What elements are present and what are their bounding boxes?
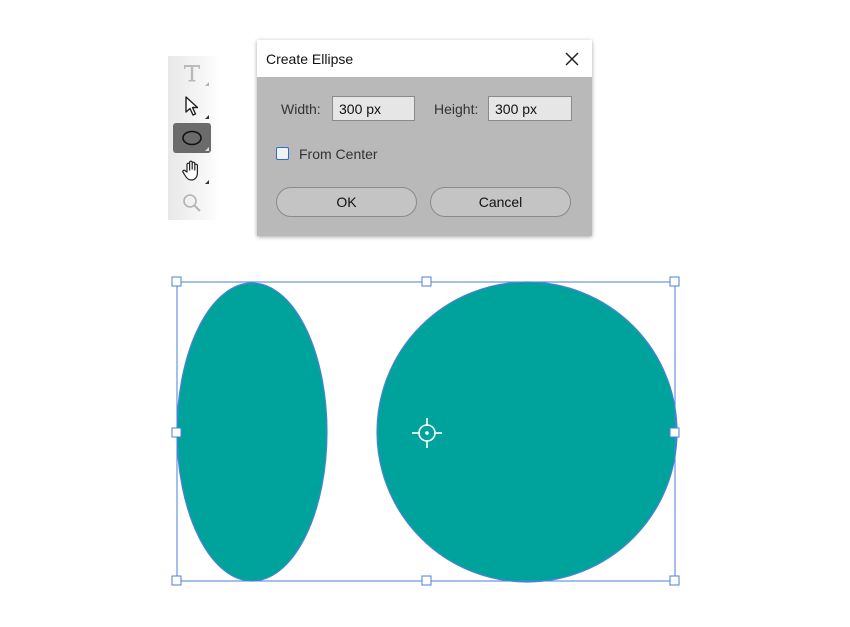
create-ellipse-dialog: Create Ellipse Width: 300 px Height: 300… <box>257 40 592 236</box>
resize-handle-left[interactable] <box>171 427 182 438</box>
tall-ellipse-shape[interactable] <box>176 282 328 582</box>
ok-button[interactable]: OK <box>276 187 417 217</box>
close-button[interactable] <box>562 49 582 69</box>
from-center-checkbox[interactable] <box>276 147 289 160</box>
height-label: Height: <box>434 101 479 117</box>
resize-handle-top-left[interactable] <box>171 276 182 287</box>
resize-handle-top-right[interactable] <box>669 276 680 287</box>
resize-handle-top[interactable] <box>421 276 432 287</box>
resize-handle-bottom-right[interactable] <box>669 575 680 586</box>
close-icon <box>565 52 579 66</box>
width-label: Width: <box>281 101 321 117</box>
cancel-button-label: Cancel <box>478 194 523 210</box>
height-field[interactable]: 300 px <box>488 96 572 121</box>
dialog-title: Create Ellipse <box>266 51 354 67</box>
cancel-button[interactable]: Cancel <box>430 187 571 217</box>
resize-handle-right[interactable] <box>669 427 680 438</box>
resize-handle-bottom[interactable] <box>421 575 432 586</box>
dialog-titlebar: Create Ellipse <box>257 40 592 77</box>
ok-button-label: OK <box>336 194 357 210</box>
circle-shape[interactable] <box>376 281 678 583</box>
from-center-label: From Center <box>299 146 378 162</box>
width-field[interactable]: 300 px <box>332 96 415 121</box>
resize-handle-bottom-left[interactable] <box>171 575 182 586</box>
